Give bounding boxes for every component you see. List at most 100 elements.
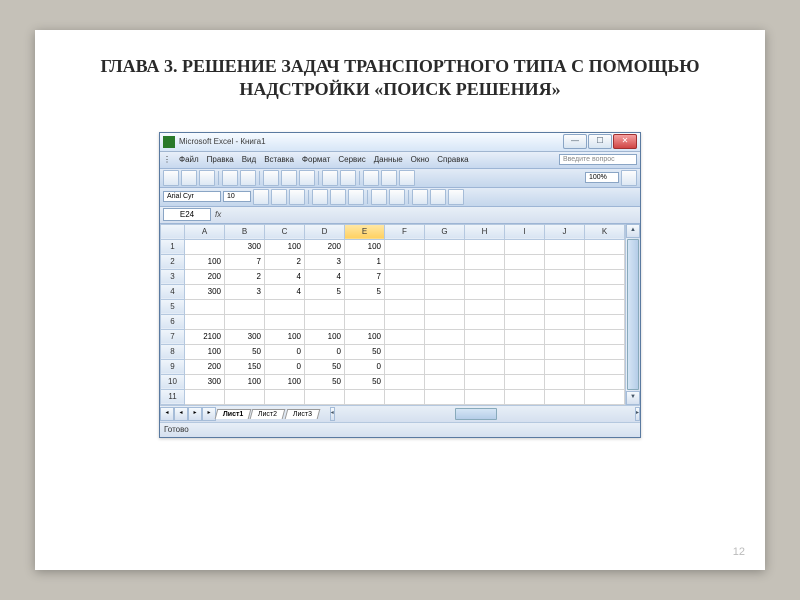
cell[interactable] (585, 269, 625, 284)
cell[interactable] (385, 359, 425, 374)
col-header[interactable]: K (585, 224, 625, 239)
cell[interactable] (185, 389, 225, 404)
cell[interactable] (545, 284, 585, 299)
cell[interactable] (185, 314, 225, 329)
cell[interactable]: 100 (265, 374, 305, 389)
horizontal-scrollbar[interactable]: ◂ ▸ (330, 407, 640, 421)
underline-button[interactable] (289, 189, 305, 205)
cell[interactable] (585, 299, 625, 314)
sheet-tab-2[interactable]: Лист2 (250, 409, 286, 419)
cell[interactable]: 100 (345, 239, 385, 254)
cell[interactable] (585, 284, 625, 299)
cell[interactable] (385, 254, 425, 269)
cell[interactable]: 4 (265, 269, 305, 284)
cell[interactable]: 5 (305, 284, 345, 299)
scroll-thumb[interactable] (627, 239, 639, 390)
vertical-scrollbar[interactable]: ▲ ▼ (625, 224, 640, 405)
cell[interactable] (585, 329, 625, 344)
cell[interactable]: 4 (305, 269, 345, 284)
cell[interactable] (545, 359, 585, 374)
row-header[interactable]: 2 (161, 254, 185, 269)
cell[interactable] (505, 389, 545, 404)
cell[interactable] (545, 254, 585, 269)
paste-button[interactable] (299, 170, 315, 186)
cell[interactable] (465, 344, 505, 359)
currency-button[interactable] (371, 189, 387, 205)
cell[interactable] (585, 314, 625, 329)
cell[interactable]: 2100 (185, 329, 225, 344)
row-header[interactable]: 8 (161, 344, 185, 359)
col-header[interactable]: H (465, 224, 505, 239)
cell[interactable] (305, 389, 345, 404)
cell[interactable]: 50 (225, 344, 265, 359)
cell[interactable] (505, 359, 545, 374)
tab-first-icon[interactable]: ◂ (160, 407, 174, 421)
menu-tools[interactable]: Сервис (338, 155, 365, 164)
row-header[interactable]: 5 (161, 299, 185, 314)
cell[interactable] (465, 254, 505, 269)
cell[interactable] (465, 284, 505, 299)
cell[interactable]: 50 (305, 374, 345, 389)
cell[interactable]: 300 (185, 374, 225, 389)
menu-view[interactable]: Вид (242, 155, 256, 164)
borders-button[interactable] (412, 189, 428, 205)
hscroll-thumb[interactable] (455, 408, 497, 420)
percent-button[interactable] (389, 189, 405, 205)
cell[interactable] (185, 239, 225, 254)
help-button[interactable] (621, 170, 637, 186)
cell[interactable]: 300 (225, 329, 265, 344)
cell[interactable] (505, 344, 545, 359)
row-header[interactable]: 9 (161, 359, 185, 374)
print-button[interactable] (222, 170, 238, 186)
cell[interactable] (385, 374, 425, 389)
cell[interactable]: 300 (185, 284, 225, 299)
cell[interactable]: 200 (305, 239, 345, 254)
cell[interactable]: 100 (185, 344, 225, 359)
scroll-left-icon[interactable]: ◂ (330, 407, 335, 421)
save-button[interactable] (199, 170, 215, 186)
cell[interactable] (545, 329, 585, 344)
tab-prev-icon[interactable]: ◂ (174, 407, 188, 421)
sheet-tab-1[interactable]: Лист1 (215, 409, 252, 419)
col-header[interactable]: E (345, 224, 385, 239)
sort-asc-button[interactable] (363, 170, 379, 186)
cell[interactable] (385, 299, 425, 314)
cell[interactable] (305, 299, 345, 314)
cell[interactable] (305, 314, 345, 329)
row-header[interactable]: 1 (161, 239, 185, 254)
align-left-button[interactable] (312, 189, 328, 205)
cell[interactable] (225, 314, 265, 329)
cell[interactable] (265, 389, 305, 404)
bold-button[interactable] (253, 189, 269, 205)
cell[interactable]: 4 (265, 284, 305, 299)
cell[interactable]: 200 (185, 359, 225, 374)
cell[interactable] (505, 299, 545, 314)
cell[interactable] (465, 314, 505, 329)
cell[interactable]: 3 (305, 254, 345, 269)
cell[interactable] (345, 389, 385, 404)
cell[interactable] (385, 284, 425, 299)
cell[interactable] (505, 314, 545, 329)
cell[interactable] (425, 359, 465, 374)
menu-insert[interactable]: Вставка (264, 155, 294, 164)
select-all-corner[interactable] (161, 224, 185, 239)
cell[interactable] (585, 344, 625, 359)
preview-button[interactable] (240, 170, 256, 186)
fill-color-button[interactable] (430, 189, 446, 205)
cell[interactable] (345, 299, 385, 314)
cell[interactable] (545, 374, 585, 389)
name-box[interactable]: E24 (163, 208, 211, 221)
cell[interactable] (465, 359, 505, 374)
cell[interactable] (505, 269, 545, 284)
cell[interactable] (585, 389, 625, 404)
cell[interactable]: 0 (345, 359, 385, 374)
cell[interactable] (385, 389, 425, 404)
cell[interactable] (545, 389, 585, 404)
col-header[interactable]: J (545, 224, 585, 239)
align-center-button[interactable] (330, 189, 346, 205)
menu-window[interactable]: Окно (411, 155, 430, 164)
col-header[interactable]: A (185, 224, 225, 239)
cell[interactable] (425, 269, 465, 284)
cell[interactable]: 3 (225, 284, 265, 299)
col-header[interactable]: D (305, 224, 345, 239)
